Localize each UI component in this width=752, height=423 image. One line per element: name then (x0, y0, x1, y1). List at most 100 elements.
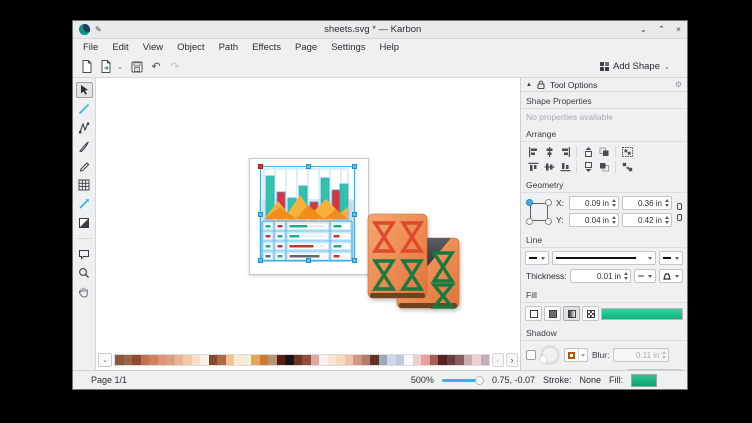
palette-swatch[interactable] (260, 355, 269, 365)
palette-swatch[interactable] (175, 355, 184, 365)
palette-prev-button[interactable]: ‹ (492, 353, 504, 367)
anchor-bottom-left[interactable] (526, 218, 533, 225)
ungroup-button[interactable] (619, 160, 635, 173)
fill-gradient-button[interactable] (563, 306, 580, 321)
palette-swatch[interactable] (158, 355, 167, 365)
menu-item-view[interactable]: View (137, 41, 169, 54)
x-position-spinbox[interactable]: 0.09 in (569, 196, 619, 210)
add-shape-button[interactable]: Add Shape ⌄ (595, 59, 681, 74)
menu-item-path[interactable]: Path (213, 41, 245, 54)
anchor-top-left[interactable] (526, 199, 533, 206)
fill-pattern-button[interactable] (582, 306, 599, 321)
align-center-button[interactable] (541, 145, 557, 158)
palette-swatch[interactable] (294, 355, 303, 365)
height-spinbox[interactable]: 0.42 in (622, 213, 672, 227)
palette-swatch[interactable] (447, 355, 456, 365)
shadow-angle-dial[interactable] (540, 345, 560, 365)
palette-swatch[interactable] (345, 355, 354, 365)
anchor-top-right[interactable] (545, 199, 552, 206)
menu-item-help[interactable]: Help (374, 41, 406, 54)
palette-swatch[interactable] (166, 355, 175, 365)
float-panel-icon[interactable]: ⚙ (675, 80, 682, 89)
palette-swatch[interactable] (311, 355, 320, 365)
new-document-button[interactable] (79, 59, 95, 75)
palette-swatch[interactable] (472, 355, 481, 365)
open-document-button[interactable] (98, 59, 114, 75)
palette-swatch[interactable] (200, 355, 209, 365)
palette-swatch[interactable] (362, 355, 371, 365)
send-to-back-button[interactable] (596, 160, 612, 173)
palette-swatch[interactable] (217, 355, 226, 365)
palette-swatch[interactable] (192, 355, 201, 365)
lower-button[interactable] (580, 160, 596, 173)
palette-swatch[interactable] (285, 355, 294, 365)
thickness-spinbox[interactable]: 0.01 in (570, 269, 631, 283)
tool-zoom[interactable] (76, 265, 93, 281)
selection-handle-middle-right[interactable] (352, 212, 357, 217)
redo-button[interactable]: ↷ (167, 59, 183, 75)
align-left-button[interactable] (525, 145, 541, 158)
menu-item-settings[interactable]: Settings (325, 41, 371, 54)
blur-spinbox[interactable]: 0.11 in (613, 348, 669, 362)
menu-item-edit[interactable]: Edit (106, 41, 134, 54)
menu-item-file[interactable]: File (77, 41, 104, 54)
bring-to-front-button[interactable] (596, 145, 612, 158)
palette-swatch[interactable] (319, 355, 328, 365)
close-button[interactable]: × (676, 24, 681, 35)
minimize-button[interactable]: ⌄ (640, 24, 647, 35)
anchor-position-widget[interactable] (526, 199, 552, 225)
tool-gradient[interactable] (76, 196, 93, 212)
collapse-icon[interactable]: ▲ (526, 82, 532, 88)
palette-swatch[interactable] (481, 355, 490, 365)
palette-swatch[interactable] (336, 355, 345, 365)
menu-item-page[interactable]: Page (289, 41, 323, 54)
selection-handle-bottom-left[interactable] (258, 258, 263, 263)
shadow-enable-checkbox[interactable] (526, 350, 536, 360)
fill-none-button[interactable] (525, 306, 542, 321)
y-position-spinbox[interactable]: 0.04 in (569, 213, 619, 227)
selection-handle-bottom-right[interactable] (352, 258, 357, 263)
palette-next-button[interactable]: › (506, 353, 518, 367)
line-end-marker-combo[interactable] (659, 251, 683, 265)
palette-swatch[interactable] (132, 355, 141, 365)
palette-swatch[interactable] (209, 355, 218, 365)
palette-swatch[interactable] (370, 355, 379, 365)
line-start-marker-combo[interactable] (525, 251, 549, 265)
palette-swatch[interactable] (396, 355, 405, 365)
tool-grid[interactable] (76, 177, 93, 193)
zoom-slider[interactable] (442, 375, 484, 385)
palette-swatch[interactable] (302, 355, 311, 365)
canvas[interactable]: ⌄ ‹ › (96, 78, 520, 370)
palette-swatch[interactable] (464, 355, 473, 365)
palette-swatch[interactable] (183, 355, 192, 365)
palette-swatch[interactable] (268, 355, 277, 365)
group-button[interactable] (619, 145, 635, 158)
open-dropdown-chevron[interactable]: ⌄ (117, 63, 125, 71)
titlebar[interactable]: ✎ sheets.svg * — Karbon ⌄ ⌃ × (73, 21, 687, 39)
align-right-button[interactable] (557, 145, 573, 158)
palette-swatch[interactable] (455, 355, 464, 365)
selection-handle-top-right[interactable] (352, 164, 357, 169)
width-spinbox[interactable]: 0.36 in (622, 196, 672, 210)
palette-swatch[interactable] (421, 355, 430, 365)
palette-swatch[interactable] (277, 355, 286, 365)
aspect-lock-icons[interactable] (676, 203, 683, 221)
selection-handle-middle-left[interactable] (258, 212, 263, 217)
menu-item-effects[interactable]: Effects (246, 41, 287, 54)
menu-item-object[interactable]: Object (171, 41, 210, 54)
maximize-button[interactable]: ⌃ (658, 24, 665, 35)
palette-swatch[interactable] (251, 355, 260, 365)
palette-swatch[interactable] (141, 355, 150, 365)
tool-pan[interactable] (76, 284, 93, 300)
palette-swatch[interactable] (226, 355, 235, 365)
tool-pencil[interactable] (76, 158, 93, 174)
tool-shape[interactable] (76, 246, 93, 262)
palette-swatch[interactable] (234, 355, 243, 365)
palette-swatch[interactable] (438, 355, 447, 365)
panel-header[interactable]: ▲ Tool Options ⚙ (521, 78, 687, 92)
palette-swatch[interactable] (404, 355, 413, 365)
palette-swatch[interactable] (353, 355, 362, 365)
lock-icon[interactable] (537, 80, 545, 89)
palette-swatch[interactable] (328, 355, 337, 365)
save-button[interactable] (129, 59, 145, 75)
